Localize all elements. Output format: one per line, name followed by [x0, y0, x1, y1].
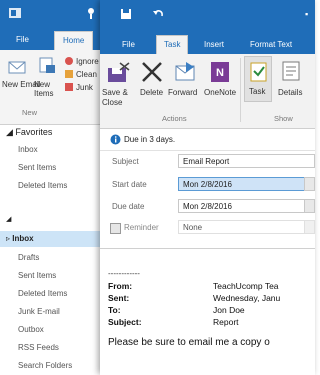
folder-junk-email[interactable]: Junk E-mail: [18, 307, 60, 316]
delete-label[interactable]: Delete: [140, 88, 163, 97]
onenote-icon[interactable]: N: [208, 60, 232, 84]
subject-input[interactable]: Email Report: [178, 154, 315, 168]
due-date-calendar-icon[interactable]: [304, 199, 315, 213]
folder-sent-items[interactable]: Sent Items: [18, 271, 56, 280]
body-separator: ------------: [108, 269, 140, 278]
favorites-header[interactable]: ◢ Favorites: [6, 127, 52, 138]
folder-deleted-items[interactable]: Deleted Items: [18, 289, 67, 298]
account-expand-icon[interactable]: ◢: [6, 215, 11, 223]
subject-header-value: Report: [213, 317, 239, 327]
task-ribbon: Save & Close Delete Forward N OneNote Ac…: [100, 54, 315, 129]
tab-insert[interactable]: Insert: [204, 36, 224, 54]
folder-pane: ◢ Favorites Inbox Sent Items Deleted Ite…: [0, 125, 101, 374]
start-date-label: Start date: [112, 180, 147, 189]
ignore-label[interactable]: Ignore: [76, 57, 99, 66]
forward-label[interactable]: Forward: [168, 88, 197, 97]
folder-inbox-label: ▹ Inbox: [6, 234, 34, 243]
onenote-label[interactable]: OneNote: [204, 88, 236, 97]
favorite-inbox[interactable]: Inbox: [18, 145, 38, 154]
task-window: ▪ File Task Insert Format Text Save & Cl…: [100, 0, 315, 375]
outlook-home-ribbon: New Email New Items Ignore Clean Junk Ne…: [0, 50, 100, 125]
to-value: Jon Doe: [213, 305, 245, 315]
save-close-label[interactable]: Save & Close: [102, 88, 134, 108]
svg-text:N: N: [216, 67, 224, 79]
undo-icon[interactable]: [152, 8, 164, 20]
ignore-icon[interactable]: [64, 56, 74, 66]
show-group-label: Show: [274, 114, 293, 123]
task-view-button[interactable]: Task: [244, 56, 272, 102]
save-close-icon[interactable]: [106, 60, 132, 86]
tab-file[interactable]: File: [16, 31, 29, 49]
from-label: From:: [108, 281, 133, 291]
subject-label: Subject: [112, 157, 139, 166]
tab-format-text[interactable]: Format Text: [250, 36, 292, 54]
reminder-select[interactable]: None: [178, 220, 306, 234]
task-title-bar: ▪: [100, 0, 315, 28]
subject-header-label: Subject:: [108, 317, 142, 327]
due-notice-text: Due in 3 days.: [124, 135, 176, 144]
favorite-sent-items[interactable]: Sent Items: [18, 163, 56, 172]
junk-icon[interactable]: [64, 82, 74, 92]
details-label[interactable]: Details: [278, 88, 302, 97]
task-ribbon-tabs: File Task Insert Format Text: [100, 28, 315, 54]
start-date-calendar-icon[interactable]: [304, 177, 315, 191]
junk-label[interactable]: Junk: [76, 83, 93, 92]
folder-outbox[interactable]: Outbox: [18, 325, 44, 334]
reminder-calendar-icon[interactable]: [304, 220, 315, 234]
sent-label: Sent:: [108, 293, 130, 303]
tab-home[interactable]: Home: [54, 31, 94, 50]
send-receive-icon[interactable]: [84, 6, 98, 20]
clean-up-icon[interactable]: [64, 69, 74, 79]
folder-inbox-selected[interactable]: ▹ Inbox: [0, 231, 100, 247]
new-items-icon[interactable]: [38, 56, 56, 76]
from-value: TeachUcomp Tea: [213, 281, 279, 291]
sent-value: Wednesday, Janu: [213, 293, 281, 303]
favorite-deleted-items[interactable]: Deleted Items: [18, 181, 67, 190]
to-label: To:: [108, 305, 121, 315]
due-notice-bar: Due in 3 days.: [100, 130, 315, 151]
reminder-checkbox[interactable]: [110, 223, 121, 234]
task-body-editor[interactable]: ------------ From: TeachUcomp Tea Sent: …: [100, 248, 315, 375]
info-icon: [110, 134, 121, 145]
qat-more-icon[interactable]: ▪: [305, 9, 308, 19]
outlook-app-icon: [9, 8, 21, 18]
task-view-icon: [250, 62, 267, 82]
save-icon[interactable]: [120, 8, 132, 20]
folder-drafts[interactable]: Drafts: [18, 253, 39, 262]
folder-rss-feeds[interactable]: RSS Feeds: [18, 343, 59, 352]
due-date-input[interactable]: Mon 2/8/2016: [178, 199, 306, 213]
start-date-input[interactable]: Mon 2/8/2016: [178, 177, 306, 191]
new-email-icon[interactable]: [8, 58, 26, 76]
delete-icon[interactable]: [140, 60, 164, 84]
new-items-label[interactable]: New Items: [34, 80, 60, 98]
forward-icon[interactable]: [172, 60, 198, 84]
reminder-label: Reminder: [124, 223, 159, 232]
clean-up-label[interactable]: Clean: [76, 70, 97, 79]
new-group-label: New: [22, 108, 38, 117]
folder-search-folders[interactable]: Search Folders: [18, 361, 72, 370]
tab-task[interactable]: Task: [156, 35, 189, 54]
details-icon[interactable]: [280, 60, 302, 82]
body-message: Please be sure to email me a copy o: [108, 337, 270, 348]
tab-file[interactable]: File: [122, 36, 135, 54]
group-separator: [240, 58, 241, 122]
actions-group-label: Actions: [162, 114, 187, 123]
task-view-label: Task: [249, 87, 266, 96]
due-date-label: Due date: [112, 202, 145, 211]
